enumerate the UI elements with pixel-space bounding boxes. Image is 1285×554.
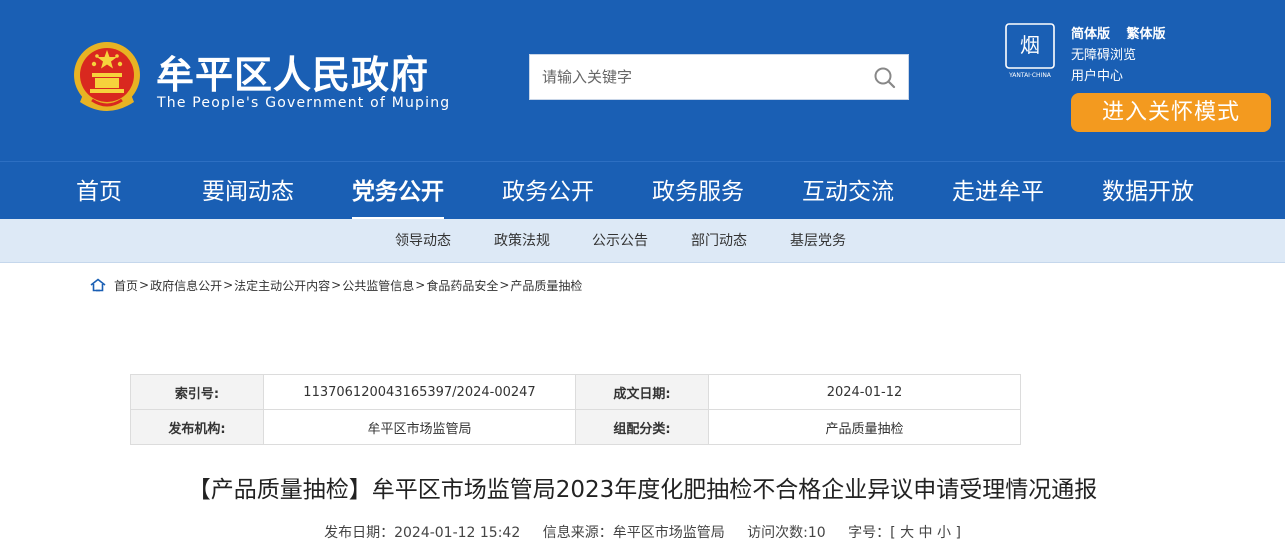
date-label: 成文日期: [575,374,709,410]
font-small-button[interactable]: 小 [937,525,951,541]
publish-date: 发布日期：2024-01-12 15:42 [324,525,521,541]
article-meta: 发布日期：2024-01-12 15:42 信息来源：牟平区市场监管局 访问次数… [0,522,1285,542]
search-icon[interactable] [872,65,898,91]
breadcrumb-home[interactable]: 首页 [114,277,138,294]
nav-item-home[interactable]: 首页 [76,162,122,220]
nav-item-open-data[interactable]: 数据开放 [1102,162,1194,220]
search-input[interactable] [530,55,860,99]
nav-item-party-affairs[interactable]: 党务公开 [352,162,444,220]
top-links: 简体版 繁体版 无障碍浏览 用户中心 [1071,24,1166,87]
breadcrumb-quality-check[interactable]: 产品质量抽检 [510,277,582,294]
yantai-logo-icon: 烟 YANTAI·CHINA [1005,23,1055,79]
info-table: 索引号: 113706120043165397/2024-00247 成文日期:… [130,374,1021,445]
breadcrumb-statutory[interactable]: 法定主动公开内容 [234,277,330,294]
visit-count: 访问次数:10 [747,525,826,541]
nav-item-interaction[interactable]: 互动交流 [802,162,894,220]
font-size-control: 字号：[ 大 中 小 ] [848,525,961,541]
subnav-item-leaders[interactable]: 领导动态 [395,219,451,263]
nav-item-government-affairs[interactable]: 政务公开 [502,162,594,220]
org-label: 发布机构: [130,409,264,445]
user-center-link[interactable]: 用户中心 [1071,69,1123,84]
nav-item-services[interactable]: 政务服务 [652,162,744,220]
breadcrumb-public-supervision[interactable]: 公共监管信息 [342,277,414,294]
category-label: 组配分类: [575,409,709,445]
subnav-item-departments[interactable]: 部门动态 [691,219,747,263]
subnav-item-notices[interactable]: 公示公告 [592,219,648,263]
font-size-close: ] [955,525,961,541]
accessible-link[interactable]: 无障碍浏览 [1071,48,1136,63]
table-row: 索引号: 113706120043165397/2024-00247 成文日期:… [130,374,1021,410]
breadcrumb-gov-info[interactable]: 政府信息公开 [150,277,222,294]
site-header: 牟平区人民政府 The People's Government of Mupin… [0,0,1285,161]
traditional-link[interactable]: 繁体版 [1127,27,1166,42]
national-emblem-icon [74,42,140,111]
nav-item-news[interactable]: 要闻动态 [202,162,294,220]
index-value: 113706120043165397/2024-00247 [263,374,576,410]
table-row: 发布机构: 牟平区市场监管局 组配分类: 产品质量抽检 [130,409,1021,445]
svg-text:烟: 烟 [1020,33,1040,57]
org-value: 牟平区市场监管局 [263,409,576,445]
search-box [529,54,909,100]
care-mode-button[interactable]: 进入关怀模式 [1071,93,1271,132]
info-source: 信息来源：牟平区市场监管局 [542,525,725,541]
subnav-item-policies[interactable]: 政策法规 [494,219,550,263]
site-subtitle: The People's Government of Muping [157,95,451,111]
font-medium-button[interactable]: 中 [919,525,933,541]
main-nav: 首页 要闻动态 党务公开 政务公开 政务服务 互动交流 走进牟平 数据开放 [0,161,1285,220]
site-title[interactable]: 牟平区人民政府 [156,44,429,99]
index-label: 索引号: [130,374,264,410]
category-value: 产品质量抽检 [708,409,1021,445]
sub-nav: 领导动态 政策法规 公示公告 部门动态 基层党务 [0,219,1285,263]
article-title: 【产品质量抽检】牟平区市场监管局2023年度化肥抽检不合格企业异议申请受理情况通… [187,477,1098,503]
font-size-label: 字号：[ [848,525,896,541]
simplified-link[interactable]: 简体版 [1071,27,1110,42]
font-large-button[interactable]: 大 [900,525,914,541]
home-icon [90,278,106,292]
breadcrumb-food-drug[interactable]: 食品药品安全 [426,277,498,294]
breadcrumb: 首页 > 政府信息公开 > 法定主动公开内容 > 公共监管信息 > 食品药品安全 > 产品… [90,276,582,294]
subnav-item-grassroots[interactable]: 基层党务 [790,219,846,263]
date-value: 2024-01-12 [708,374,1021,410]
svg-text:YANTAI·CHINA: YANTAI·CHINA [1008,72,1052,79]
nav-item-about-muping[interactable]: 走进牟平 [952,162,1044,220]
